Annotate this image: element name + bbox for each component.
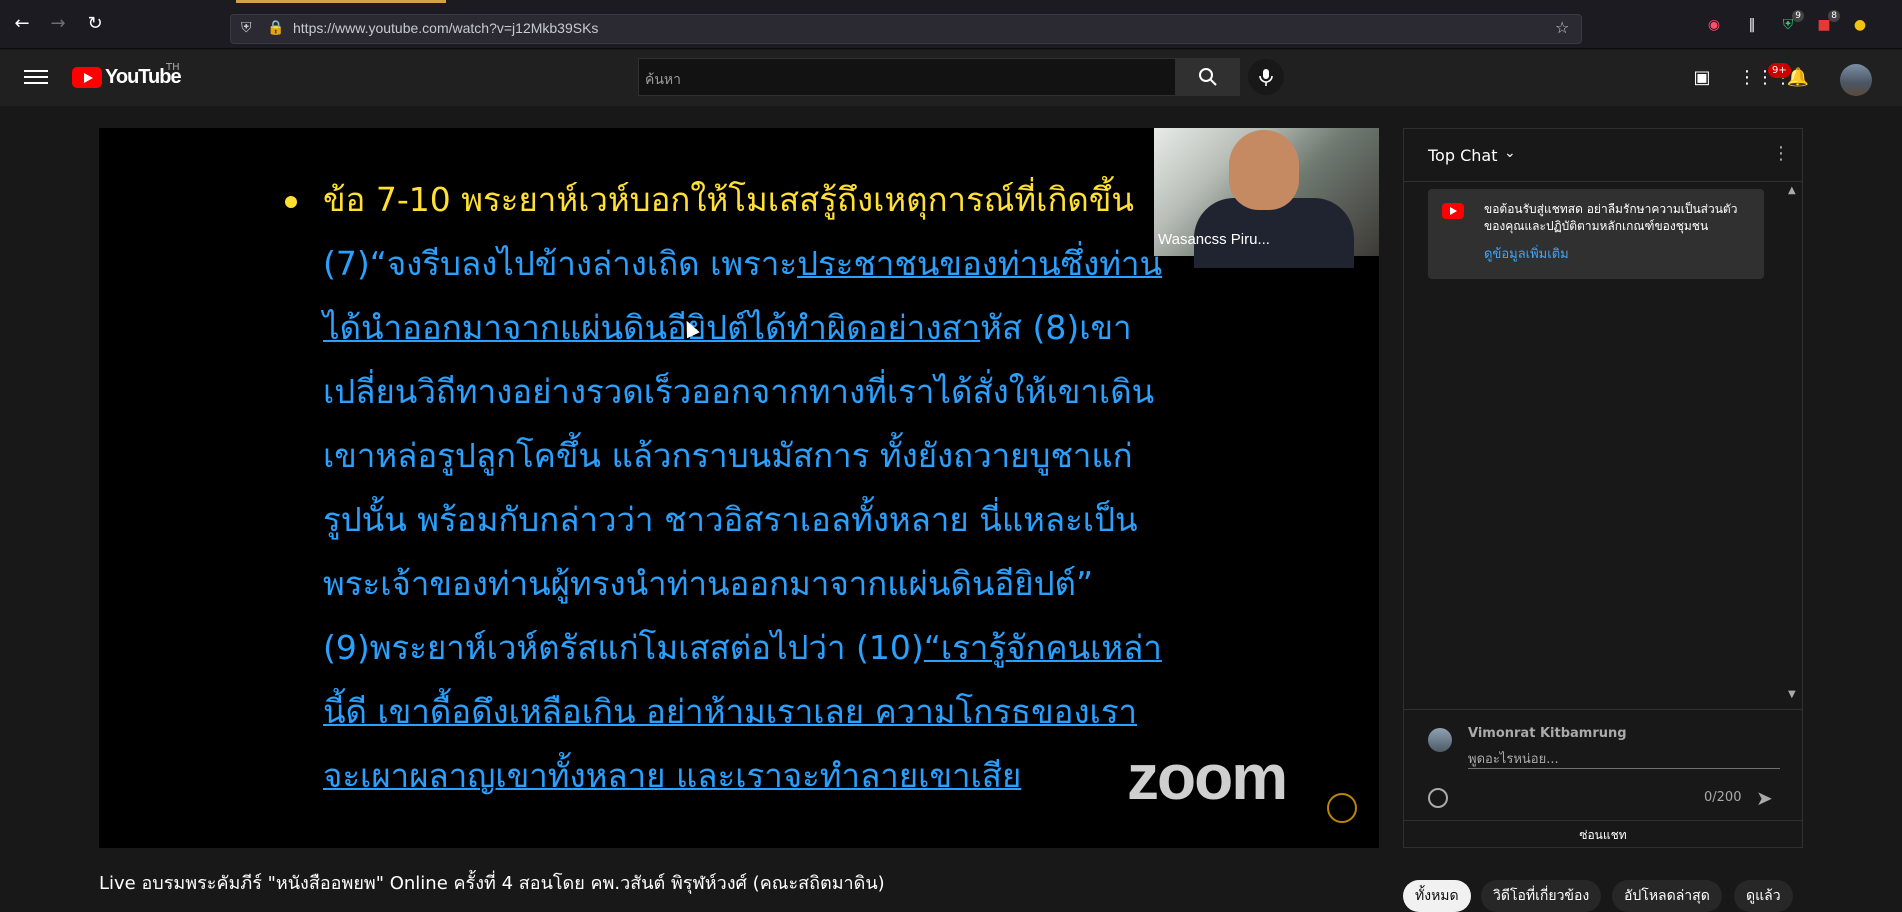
apps-grid-icon[interactable]: ⋮⋮⋮	[1738, 66, 1792, 90]
slide-text: พระเจ้าของท่านผู้ทรงนำท่านออกมาจากแผ่นดิ…	[323, 564, 1094, 603]
create-video-icon[interactable]: ▣	[1690, 66, 1714, 90]
chat-user-name: Vimonrat Kitbamrung	[1468, 726, 1627, 741]
search-button[interactable]	[1176, 58, 1240, 96]
browser-toolbar: ← → ↻ ⛨ 🔒 https://www.youtube.com/watch?…	[0, 0, 1902, 49]
search-input[interactable]: ค้นหา	[638, 58, 1176, 96]
chat-welcome-notice: ขอต้อนรับสู่แชทสด อย่าลืมรักษาความเป็นส่…	[1428, 189, 1764, 279]
reload-icon[interactable]: ↻	[83, 12, 107, 36]
slide-line: พระเจ้าของท่านผู้ทรงนำท่านออกมาจากแผ่นดิ…	[323, 552, 1283, 616]
participant-face	[1229, 130, 1299, 210]
video-title: Live อบรมพระคัมภีร์ "หนังสืออพยพ" Online…	[99, 873, 885, 894]
scroll-down-icon[interactable]: ▼	[1788, 689, 1796, 700]
slide-line: นี้ดี เขาดื้อดึงเหลือเกิน อย่าห้ามเราเลย…	[323, 680, 1283, 744]
youtube-play-icon	[1442, 203, 1464, 219]
library-icon[interactable]: ‖	[1742, 15, 1762, 35]
url-text[interactable]: https://www.youtube.com/watch?v=j12Mkb39…	[293, 20, 598, 36]
country-code: TH	[166, 62, 180, 73]
chat-input-placeholder: พูดอะไรหน่อย...	[1468, 752, 1559, 767]
chevron-down-icon[interactable]: ⌄	[1504, 145, 1516, 161]
notice-text: ขอต้อนรับสู่แชทสด อย่าลืมรักษาความเป็นส่…	[1484, 202, 1738, 233]
avatar[interactable]	[1840, 64, 1872, 96]
participant-name: Wasancss Piru...	[1158, 231, 1270, 248]
slide-line: ข้อ 7-10 พระยาห์เวห์บอกให้โมเสสรู้ถึงเหต…	[323, 168, 1283, 232]
hamburger-menu-icon[interactable]	[24, 66, 48, 90]
avatar	[1428, 728, 1452, 752]
emoji-icon[interactable]	[1428, 788, 1448, 808]
slide-text: ข้อ 7-10 พระยาห์เวห์บอกให้โมเสสรู้ถึงเหต…	[323, 180, 1134, 219]
chat-mode-selector[interactable]: Top Chat	[1428, 146, 1497, 165]
color-extension-icon[interactable]: ●	[1850, 15, 1870, 35]
voice-search-button[interactable]	[1248, 59, 1284, 95]
participant-video: Wasancss Piru...	[1154, 128, 1379, 268]
send-icon[interactable]: ➤	[1756, 786, 1773, 810]
search-icon	[1199, 68, 1217, 86]
back-arrow-icon[interactable]: ←	[10, 12, 34, 36]
slide-text: (9)พระยาห์เวห์ตรัสแก่โมเสสต่อไปว่า (10)	[323, 628, 924, 667]
search-placeholder: ค้นหา	[645, 72, 682, 88]
filter-chip[interactable]: อัปโหลดล่าสุด	[1612, 880, 1722, 912]
filter-chip[interactable]: วิดีโอที่เกี่ยวข้อง	[1481, 880, 1602, 912]
slide-text: (7)“จงรีบลงไปข้างล่างเถิด เพราะ	[323, 244, 798, 283]
active-tab-indicator	[236, 0, 446, 3]
extension-badge: 8	[1828, 10, 1840, 22]
slide-text: จะเผาผลาญเขาทั้งหลาย และเราจะทำลายเขาเสี…	[323, 756, 1022, 795]
slide-text: ประชาชนของท่านซึ่งท่าน	[797, 244, 1163, 283]
adblock-icon[interactable]: ■ 8	[1814, 10, 1840, 35]
star-icon[interactable]: ☆	[1555, 18, 1569, 37]
chat-message-input[interactable]: พูดอะไรหน่อย...	[1468, 748, 1780, 769]
video-player[interactable]: ข้อ 7-10 พระยาห์เวห์บอกให้โมเสสรู้ถึงเหต…	[99, 128, 1379, 848]
chat-header: Top Chat ⌄ ⋮	[1404, 129, 1802, 182]
url-bar[interactable]: ⛨ 🔒 https://www.youtube.com/watch?v=j12M…	[230, 14, 1582, 44]
slide-line: (7)“จงรีบลงไปข้างล่างเถิด เพราะประชาชนขอ…	[323, 232, 1283, 296]
scroll-up-icon[interactable]: ▲	[1788, 185, 1796, 196]
slide-line: เปลี่ยนวิถีทางอย่างรวดเร็วออกจากทางที่เร…	[323, 360, 1283, 424]
slide-text: “เรารู้จักคนเหล่า	[923, 628, 1162, 667]
tracking-shield-icon[interactable]: ⛨	[241, 20, 252, 36]
filter-chip[interactable]: ดูแล้ว	[1734, 880, 1793, 912]
slide-text: หัส (8)เขา	[980, 308, 1132, 347]
pocket-icon[interactable]: ◉	[1704, 15, 1724, 35]
notification-badge: 9+	[1768, 63, 1791, 78]
more-options-icon[interactable]: ⋮	[1772, 143, 1790, 164]
youtube-play-icon	[72, 67, 102, 88]
slide-line: (9)พระยาห์เวห์ตรัสแก่โมเสสต่อไปว่า (10)“…	[323, 616, 1283, 680]
slide-text: เปลี่ยนวิถีทางอย่างรวดเร็วออกจากทางที่เร…	[323, 372, 1155, 411]
slide-text: นี้ดี เขาดื้อดึงเหลือเกิน อย่าห้ามเราเลย…	[323, 692, 1138, 731]
church-seal-icon	[1327, 793, 1357, 823]
forward-arrow-icon[interactable]: →	[46, 12, 70, 36]
slide-line: ได้นำออกมาจากแผ่นดินอียิปต์ได้ทำผิดอย่าง…	[323, 296, 1283, 360]
slide-line: รูปนั้น พร้อมกับกล่าวว่า ชาวอิสราเอลทั้ง…	[323, 488, 1283, 552]
extension-badge: 9	[1792, 10, 1804, 22]
live-chat-panel: Top Chat ⌄ ⋮ ▲ ขอต้อนรับสู่แชทสด อย่าลืม…	[1403, 128, 1803, 848]
chat-input-area: Vimonrat Kitbamrung พูดอะไรหน่อย... 0/20…	[1404, 709, 1802, 848]
slide-text: ได้นำออกมาจากแผ่นดินอียิปต์ได้ทำผิดอย่าง…	[323, 308, 981, 347]
microphone-icon	[1259, 69, 1273, 86]
bullet-icon	[285, 196, 297, 208]
slide-line: เขาหล่อรูปลูกโคขึ้น แล้วกราบนมัสการ ทั้ง…	[323, 424, 1283, 488]
slide-text: รูปนั้น พร้อมกับกล่าวว่า ชาวอิสราเอลทั้ง…	[323, 500, 1138, 539]
zoom-logo: zoom	[1127, 741, 1288, 813]
slide-content: ข้อ 7-10 พระยาห์เวห์บอกให้โมเสสรู้ถึงเหต…	[285, 168, 1283, 808]
character-count: 0/200	[1704, 790, 1742, 805]
slide-text: เขาหล่อรูปลูกโคขึ้น แล้วกราบนมัสการ ทั้ง…	[323, 436, 1133, 475]
youtube-header: YouTube TH ค้นหา ▣ ⋮⋮⋮ 🔔 9+	[0, 50, 1902, 106]
lock-icon[interactable]: 🔒	[267, 20, 284, 36]
hide-chat-button[interactable]: ซ่อนแชท	[1404, 820, 1802, 849]
shield-extension-icon[interactable]: ⛨ 9	[1778, 10, 1804, 35]
filter-chip[interactable]: ทั้งหมด	[1403, 880, 1471, 912]
learn-more-link[interactable]: ดูข้อมูลเพิ่มเติม	[1484, 243, 1569, 264]
